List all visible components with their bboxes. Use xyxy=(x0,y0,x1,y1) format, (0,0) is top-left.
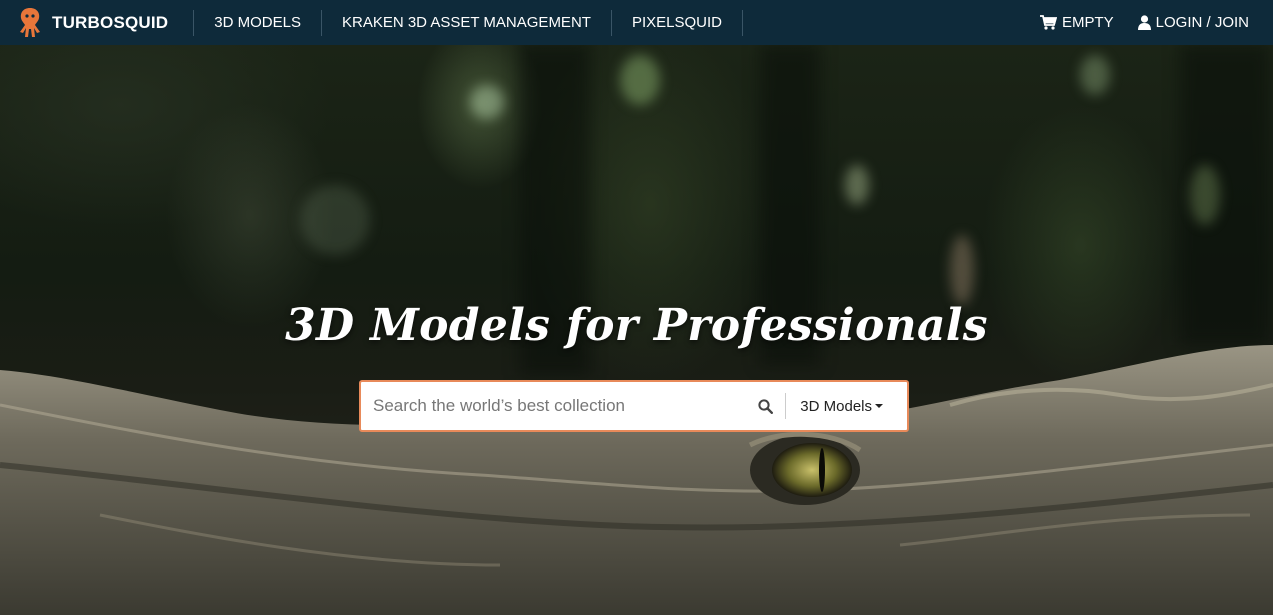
login-label: LOGIN / JOIN xyxy=(1155,14,1249,31)
cart-label: EMPTY xyxy=(1061,14,1114,31)
brand-name: TURBOSQUID xyxy=(52,12,169,32)
hero-banner: 3D Models for Professionals 3D Models xyxy=(0,45,1273,615)
nav-divider xyxy=(741,9,743,36)
login-join-link[interactable]: LOGIN / JOIN xyxy=(1126,0,1261,45)
cart-button[interactable]: EMPTY xyxy=(1028,0,1126,45)
cart-icon xyxy=(1039,15,1057,30)
turbosquid-logo[interactable]: TURBOSQUID xyxy=(0,0,193,45)
squid-logo-icon xyxy=(20,7,40,37)
caret-down-icon xyxy=(875,404,883,408)
category-label: 3D Models xyxy=(800,397,872,415)
hero-title: 3D Models for Professionals xyxy=(285,300,988,351)
search-bar: 3D Models xyxy=(359,380,909,432)
search-button[interactable] xyxy=(745,382,785,430)
nav-link-kraken[interactable]: KRAKEN 3D ASSET MANAGEMENT xyxy=(322,0,611,45)
nav-link-pixelsquid[interactable]: PIXELSQUID xyxy=(612,0,742,45)
nav-right: EMPTY LOGIN / JOIN xyxy=(1028,0,1273,45)
search-input[interactable] xyxy=(361,382,746,430)
category-dropdown[interactable]: 3D Models xyxy=(786,382,907,430)
search-icon xyxy=(758,398,773,414)
nav-link-3d-models[interactable]: 3D MODELS xyxy=(194,0,321,45)
top-navigation: TURBOSQUID 3D MODELS KRAKEN 3D ASSET MAN… xyxy=(0,0,1273,45)
user-icon xyxy=(1137,15,1151,30)
